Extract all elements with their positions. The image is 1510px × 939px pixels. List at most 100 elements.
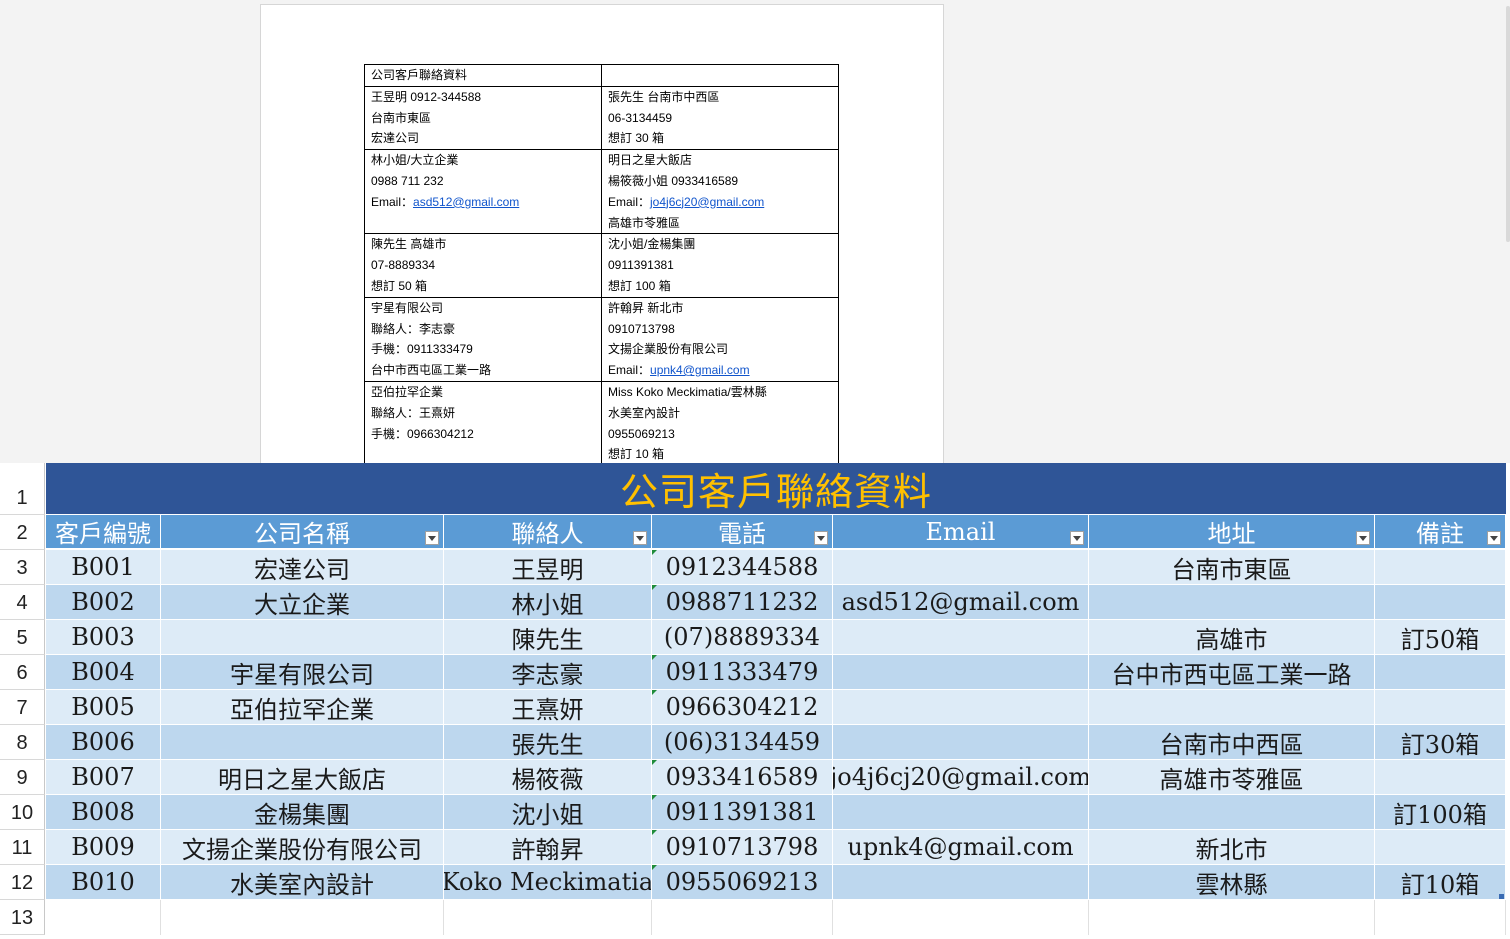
empty-cell[interactable] (1375, 900, 1506, 935)
table-cell[interactable] (833, 690, 1089, 725)
vertical-scrollbar[interactable] (1506, 6, 1510, 242)
table-cell[interactable]: 雲林縣 (1089, 865, 1375, 900)
table-cell[interactable]: B001 (46, 550, 161, 585)
table-cell[interactable]: 陳先生 (444, 620, 652, 655)
table-cell[interactable] (1089, 690, 1375, 725)
table-cell[interactable]: 0911333479 (652, 655, 833, 690)
number-as-text-indicator-icon[interactable] (652, 830, 657, 835)
filter-dropdown-icon[interactable] (1487, 531, 1501, 545)
table-cell[interactable]: 0910713798 (652, 830, 833, 865)
sheet-title-cell[interactable]: 公司客戶聯絡資料 (46, 463, 1506, 514)
row-header-4[interactable]: 4 (0, 585, 45, 620)
table-cell[interactable]: 新北市 (1089, 830, 1375, 865)
table-cell[interactable]: 訂50箱 (1375, 620, 1506, 655)
table-cell[interactable]: 水美室內設計 (161, 865, 444, 900)
table-cell[interactable] (833, 725, 1089, 760)
number-as-text-indicator-icon[interactable] (652, 760, 657, 765)
table-cell[interactable]: B008 (46, 795, 161, 830)
table-cell[interactable]: 高雄市苓雅區 (1089, 760, 1375, 795)
table-cell[interactable]: jo4j6cj20@gmail.com (833, 760, 1089, 795)
row-header-2[interactable]: 2 (0, 515, 45, 550)
table-cell[interactable]: (06)3134459 (652, 725, 833, 760)
table-cell[interactable]: 高雄市 (1089, 620, 1375, 655)
filter-dropdown-icon[interactable] (633, 531, 647, 545)
table-cell[interactable]: 0955069213 (652, 865, 833, 900)
table-cell[interactable] (161, 725, 444, 760)
table-cell[interactable] (1089, 795, 1375, 830)
email-link[interactable]: jo4j6cj20@gmail.com (650, 195, 764, 209)
table-cell[interactable]: 明日之星大飯店 (161, 760, 444, 795)
column-header[interactable]: 客戶編號 (46, 515, 161, 550)
row-header-11[interactable]: 11 (0, 830, 45, 865)
table-cell[interactable]: 訂100箱 (1375, 795, 1506, 830)
row-header-7[interactable]: 7 (0, 690, 45, 725)
table-cell[interactable]: 0911391381 (652, 795, 833, 830)
table-cell[interactable] (1375, 830, 1506, 865)
table-cell[interactable] (1089, 585, 1375, 620)
filter-dropdown-icon[interactable] (425, 531, 439, 545)
row-header-13[interactable]: 13 (0, 900, 45, 935)
row-header-1[interactable]: 1 (0, 463, 45, 515)
table-cell[interactable] (833, 865, 1089, 900)
table-cell[interactable]: 0966304212 (652, 690, 833, 725)
filter-dropdown-icon[interactable] (1070, 531, 1084, 545)
email-link[interactable]: asd512@gmail.com (413, 195, 519, 209)
table-cell[interactable]: B007 (46, 760, 161, 795)
column-header[interactable]: 電話 (652, 515, 833, 550)
table-cell[interactable] (1375, 690, 1506, 725)
table-cell[interactable]: B004 (46, 655, 161, 690)
table-cell[interactable]: 訂10箱 (1375, 865, 1506, 900)
filter-dropdown-icon[interactable] (1356, 531, 1370, 545)
row-header-3[interactable]: 3 (0, 550, 45, 585)
empty-cell[interactable] (161, 900, 444, 935)
table-cell[interactable]: 王昱明 (444, 550, 652, 585)
column-header[interactable]: 公司名稱 (161, 515, 444, 550)
email-link[interactable]: upnk4@gmail.com (650, 363, 750, 377)
table-cell[interactable]: 台南市東區 (1089, 550, 1375, 585)
row-header-8[interactable]: 8 (0, 725, 45, 760)
column-header[interactable]: 聯絡人 (444, 515, 652, 550)
table-cell[interactable]: 許翰昇 (444, 830, 652, 865)
row-header-10[interactable]: 10 (0, 795, 45, 830)
table-cell[interactable]: Koko Meckimatia (444, 865, 652, 900)
row-header-5[interactable]: 5 (0, 620, 45, 655)
table-cell[interactable]: 王熹妍 (444, 690, 652, 725)
table-cell[interactable] (833, 550, 1089, 585)
column-header[interactable]: 備註 (1375, 515, 1506, 550)
table-cell[interactable] (1375, 585, 1506, 620)
table-cell[interactable]: 大立企業 (161, 585, 444, 620)
table-cell[interactable]: B005 (46, 690, 161, 725)
column-header[interactable]: Email (833, 515, 1089, 550)
number-as-text-indicator-icon[interactable] (652, 690, 657, 695)
table-cell[interactable]: 0912344588 (652, 550, 833, 585)
table-cell[interactable]: 宏達公司 (161, 550, 444, 585)
table-cell[interactable] (161, 620, 444, 655)
table-cell[interactable] (833, 795, 1089, 830)
empty-cell[interactable] (46, 900, 161, 935)
empty-cell[interactable] (444, 900, 652, 935)
table-cell[interactable]: B003 (46, 620, 161, 655)
table-cell[interactable]: B009 (46, 830, 161, 865)
number-as-text-indicator-icon[interactable] (652, 865, 657, 870)
table-cell[interactable]: upnk4@gmail.com (833, 830, 1089, 865)
number-as-text-indicator-icon[interactable] (652, 655, 657, 660)
table-cell[interactable] (1375, 760, 1506, 795)
table-cell[interactable]: 林小姐 (444, 585, 652, 620)
number-as-text-indicator-icon[interactable] (652, 550, 657, 555)
table-cell[interactable] (833, 620, 1089, 655)
table-cell[interactable]: asd512@gmail.com (833, 585, 1089, 620)
table-cell[interactable]: 台南市中西區 (1089, 725, 1375, 760)
empty-cell[interactable] (833, 900, 1089, 935)
table-cell[interactable]: 李志豪 (444, 655, 652, 690)
table-cell[interactable]: 文揚企業股份有限公司 (161, 830, 444, 865)
number-as-text-indicator-icon[interactable] (652, 795, 657, 800)
table-cell[interactable] (1375, 550, 1506, 585)
table-cell[interactable]: 張先生 (444, 725, 652, 760)
column-header[interactable]: 地址 (1089, 515, 1375, 550)
table-cell[interactable]: 金楊集團 (161, 795, 444, 830)
table-cell[interactable]: 訂30箱 (1375, 725, 1506, 760)
filter-dropdown-icon[interactable] (814, 531, 828, 545)
table-cell[interactable]: 0933416589 (652, 760, 833, 795)
table-cell[interactable]: 楊筱薇 (444, 760, 652, 795)
table-cell[interactable]: 0988711232 (652, 585, 833, 620)
